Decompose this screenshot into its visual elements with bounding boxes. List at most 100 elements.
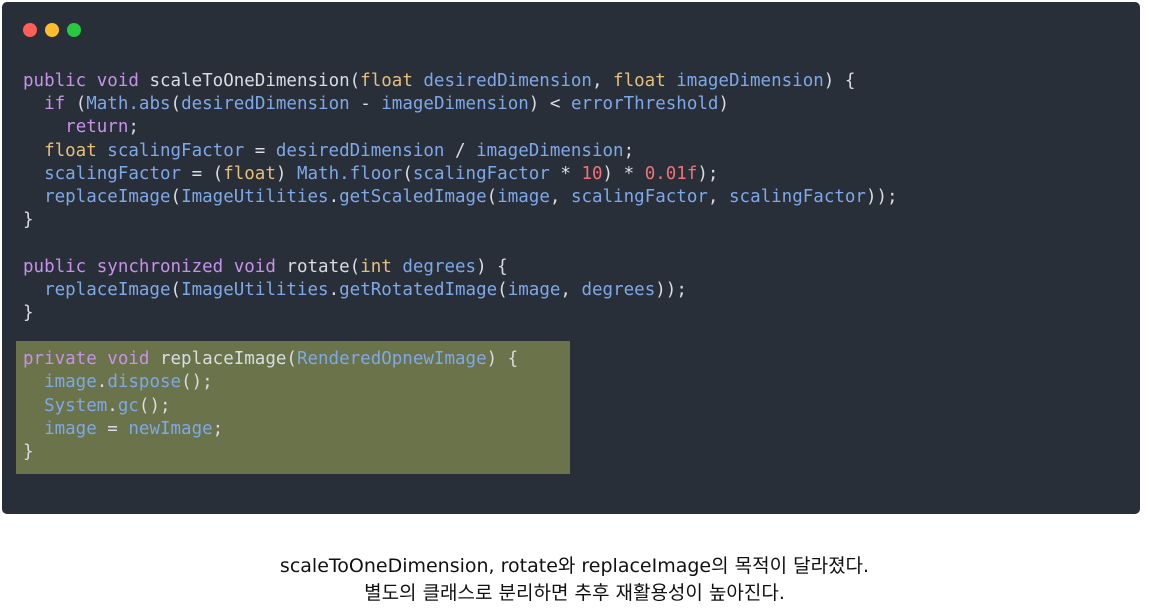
code-token: void	[96, 71, 150, 91]
code-token: ;	[623, 140, 635, 161]
code-token: scaleToOneDimension(	[149, 71, 361, 91]
code-line: }	[23, 441, 898, 464]
code-token: void	[107, 349, 160, 370]
code-token: }	[23, 302, 34, 323]
code-token: (	[75, 94, 87, 115]
code-token: desiredDimension	[423, 71, 592, 91]
code-token: *	[549, 163, 582, 184]
code-token: (	[170, 279, 182, 300]
code-token: )	[275, 163, 297, 184]
code-token: getRotatedImage	[339, 279, 498, 300]
code-token: =	[96, 418, 129, 439]
code-token: .	[328, 186, 340, 207]
code-token: =	[244, 140, 276, 161]
code-line: private void replaceImage(RenderedOpnewI…	[23, 348, 898, 371]
code-token: ,	[560, 279, 582, 300]
code-token: (	[486, 186, 498, 207]
code-token: replaceImage	[44, 279, 171, 300]
code-token: Math.floor	[296, 163, 403, 184]
code-line: replaceImage(ImageUtilities.getRotatedIm…	[23, 279, 898, 302]
zoom-dot-icon[interactable]	[67, 23, 81, 37]
code-token: = (	[181, 163, 224, 184]
code-token: public	[23, 71, 97, 91]
code-token: dispose	[107, 372, 182, 393]
code-token: image	[44, 418, 97, 439]
code-token: newImage	[128, 418, 213, 439]
code-line: }	[23, 302, 898, 325]
code-token: errorThreshold	[570, 94, 719, 115]
code-token: ) {	[486, 349, 519, 370]
code-token: (	[402, 163, 413, 184]
code-token: imageDimension	[476, 140, 624, 161]
code-token: rotate(	[286, 256, 361, 277]
code-token: ();	[181, 372, 213, 393]
code-token: (	[170, 186, 182, 207]
code-token: ));	[865, 186, 898, 207]
code-token: imageDimension	[381, 94, 529, 115]
code-line: float scalingFactor = desiredDimension /…	[23, 140, 898, 163]
code-token: replaceImage	[44, 186, 171, 207]
code-token: imageDimension	[676, 71, 824, 91]
code-token: );	[697, 163, 719, 184]
code-token: -	[349, 94, 382, 115]
code-token: scalingFactor	[570, 186, 708, 207]
code-line: image.dispose();	[23, 371, 898, 394]
code-token: ) *	[602, 163, 645, 184]
code-token: ;	[128, 117, 139, 138]
code-token: scalingFactor	[412, 163, 550, 184]
caption: scaleToOneDimension, rotate와 replaceImag…	[0, 553, 1149, 607]
code-token: (	[170, 94, 182, 115]
code-token: ,	[549, 186, 571, 207]
code-token: if	[44, 94, 76, 115]
code-token: ();	[138, 395, 171, 416]
code-token: float	[613, 71, 677, 91]
code-token: private	[23, 349, 108, 370]
code-line: System.gc();	[23, 395, 898, 418]
code-token: ImageUtilities	[181, 186, 329, 207]
code-token: .	[96, 372, 108, 393]
minimize-dot-icon[interactable]	[45, 23, 59, 37]
code-token: getScaledImage	[339, 186, 487, 207]
code-token: float	[360, 71, 424, 91]
code-token: }	[23, 442, 34, 462]
code-line: }	[23, 209, 898, 232]
code-token: int	[360, 256, 403, 277]
code-token: RenderedOpnewImage	[296, 349, 487, 370]
code-token: System	[44, 395, 108, 416]
code-line: scalingFactor = (float) Math.floor(scali…	[23, 163, 898, 186]
window-controls	[23, 23, 89, 37]
code-token: 10	[581, 163, 603, 184]
code-token: ;	[212, 418, 224, 439]
code-token: .	[328, 279, 340, 300]
code-token: ImageUtilities	[181, 279, 329, 300]
code-token: }	[23, 210, 34, 231]
close-dot-icon[interactable]	[23, 23, 37, 37]
code-token: float	[44, 140, 108, 161]
code-line: public void scaleToOneDimension(float de…	[23, 70, 898, 93]
code-line: if (Math.abs(desiredDimension - imageDim…	[23, 93, 898, 116]
code-token: ) {	[476, 256, 508, 277]
caption-line-2: 별도의 클래스로 분리하면 추후 재활용성이 높아진다.	[364, 582, 785, 604]
code-token: ,	[591, 71, 614, 91]
code-token: .	[107, 395, 118, 416]
code-line: replaceImage(ImageUtilities.getScaledIma…	[23, 186, 898, 209]
code-token: public	[23, 256, 97, 277]
code-token: ) <	[528, 94, 571, 115]
code-token: return	[65, 117, 129, 138]
code-token: )	[718, 94, 729, 115]
code-line: public synchronized void rotate(int degr…	[23, 256, 898, 279]
code-token: float	[223, 163, 276, 184]
code-token: desiredDimension	[181, 94, 350, 115]
code-token: gc	[117, 395, 139, 416]
code-token: ,	[707, 186, 729, 207]
code-token: ));	[655, 279, 687, 300]
code-token: 0.01f	[644, 163, 698, 184]
code-token: (	[497, 279, 508, 300]
